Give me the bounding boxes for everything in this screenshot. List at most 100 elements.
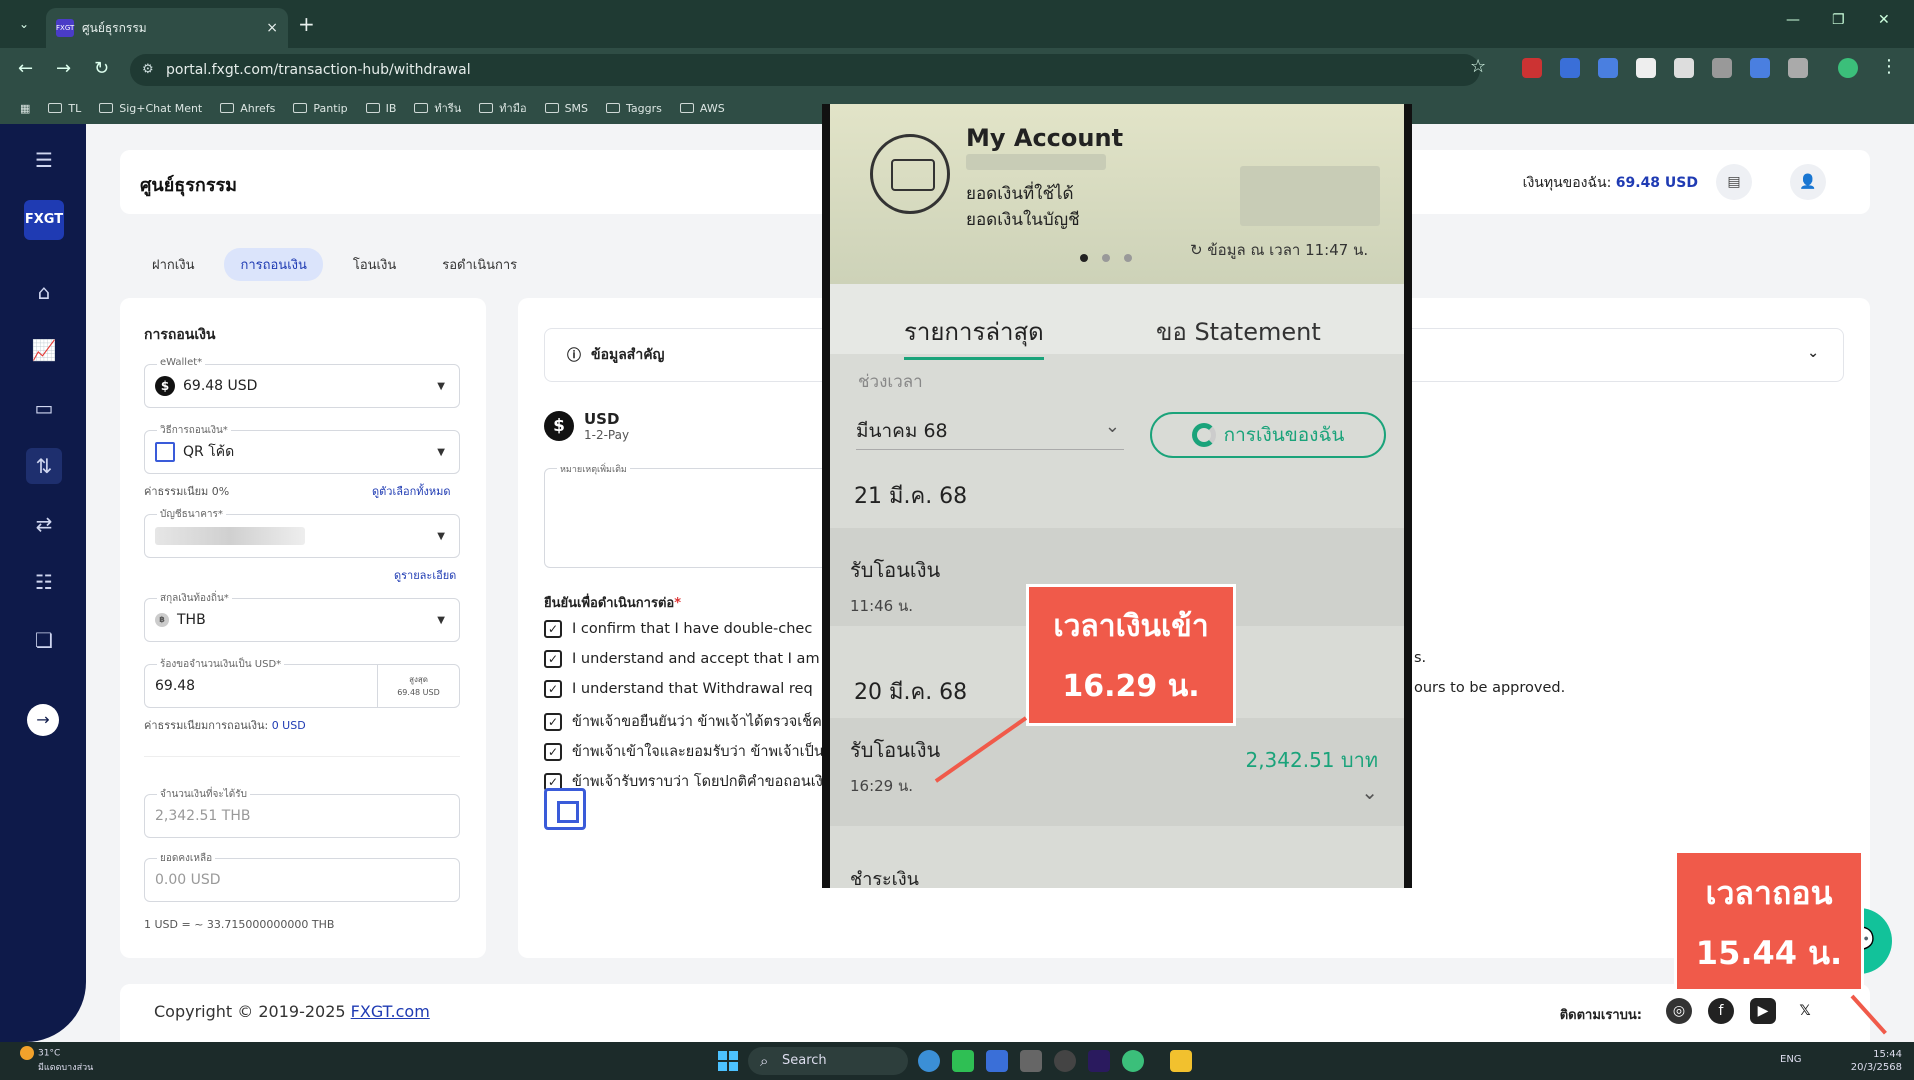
extension-icon[interactable] [1636, 58, 1656, 78]
extension-icon[interactable] [1674, 58, 1694, 78]
bookmark-item[interactable]: Ahrefs [220, 102, 275, 115]
bookmark-item[interactable]: Sig+Chat Ment [99, 102, 202, 115]
extension-icon[interactable] [1522, 58, 1542, 78]
receive-amount-field: จำนวนเงินที่จะได้รับ 2,342.51 THB [144, 787, 460, 838]
restore-icon[interactable]: ❐ [1832, 12, 1845, 28]
app-icon[interactable] [1054, 1050, 1076, 1072]
bookmark-item[interactable]: SMS [544, 102, 588, 115]
tab-title: ศูนย์ธุรกรรม [82, 20, 147, 35]
bookmark-item[interactable]: AWS [679, 102, 725, 115]
extension-icon[interactable] [1750, 58, 1770, 78]
bank-tabs: รายการล่าสุด ขอ Statement [830, 284, 1404, 360]
confirm-checkbox[interactable]: ✓ I understand and accept that I am [544, 650, 820, 668]
tab-statement[interactable]: ขอ Statement [1156, 312, 1321, 351]
confirm-checkbox[interactable]: ✓ ข้าพเจ้าขอยืนยันว่า ข้าพเจ้าได้ตรวจเช็ค… [544, 710, 832, 733]
tab-deposit[interactable]: ฝากเงิน [136, 248, 210, 281]
home-icon[interactable]: ⌂ [26, 274, 62, 310]
address-bar[interactable]: ⚙ portal.fxgt.com/transaction-hub/withdr… [130, 54, 1480, 86]
forward-icon[interactable]: → [56, 58, 71, 79]
extensions-puzzle-icon[interactable] [1788, 58, 1808, 78]
new-tab-icon[interactable]: + [298, 12, 315, 36]
browser-tab[interactable]: FXGT ศูนย์ธุรกรรม × [46, 8, 288, 48]
bookmark-item[interactable]: ทำรีน [414, 99, 461, 117]
bookmark-item[interactable]: ทำมือ [479, 99, 527, 117]
list-icon[interactable]: ☷ [26, 564, 62, 600]
dollar-icon: $ [155, 376, 175, 396]
collapse-sidebar-icon[interactable]: → [27, 704, 59, 736]
bookmark-item[interactable]: IB [365, 102, 396, 115]
user-avatar-icon[interactable]: 👤 [1790, 164, 1826, 200]
see-all-options-link[interactable]: ดูตัวเลือกทั้งหมด [372, 482, 451, 500]
edge-icon[interactable] [918, 1050, 940, 1072]
transaction-row[interactable]: รับโอนเงิน 16:29 น. 2,342.51 บาท ⌄ [830, 718, 1404, 826]
bookmark-item[interactable]: TL [48, 102, 81, 115]
menu-icon[interactable]: ⋮ [1880, 56, 1898, 77]
chrome-icon[interactable] [1122, 1050, 1144, 1072]
clock[interactable]: 15:44 20/3/2568 [1851, 1048, 1902, 1074]
extension-icon[interactable] [1712, 58, 1732, 78]
copyright: Copyright © 2019-2025 FXGT.com [154, 1002, 430, 1021]
confirm-checkbox[interactable]: ✓ ข้าพเจ้ารับทราบว่า โดยปกติคำขอถอนเงิน [544, 770, 833, 793]
devices-icon[interactable]: ❏ [26, 622, 62, 658]
transactions-icon[interactable]: ⇅ [26, 448, 62, 484]
line-icon[interactable] [952, 1050, 974, 1072]
windows-taskbar: 31°Cมีแดดบางส่วน Search ENG 15:44 20/3/2… [0, 1042, 1914, 1080]
calculator-icon[interactable] [1020, 1050, 1042, 1072]
reload-icon[interactable]: ↻ [94, 58, 109, 79]
check-text-tail: s. [1414, 650, 1427, 666]
form-title: การถอนเงิน [144, 327, 216, 343]
tab-search-icon[interactable]: ⌄ [12, 12, 36, 36]
premiere-icon[interactable] [1088, 1050, 1110, 1072]
transfer-icon[interactable]: ⇄ [26, 506, 62, 542]
fxgt-logo[interactable]: FXGT [24, 200, 64, 240]
bank-account-select[interactable]: บัญชีธนาคาร* ▼ [144, 507, 460, 558]
period-select[interactable]: มีนาคม 68 ⌄ [856, 416, 1124, 450]
facebook-icon[interactable]: f [1708, 998, 1734, 1024]
bookmark-star-icon[interactable]: ☆ [1470, 56, 1486, 77]
windows-start-icon[interactable] [718, 1051, 738, 1071]
tab-withdrawal[interactable]: การถอนเงิน [224, 248, 323, 281]
sidebar: ☰ FXGT ⌂ 📈 ▭ ⇅ ⇄ ☷ ❏ → [0, 124, 86, 1042]
amount-input[interactable]: ร้องขอจำนวนเงินเป็น USD* 69.48 สูงสุด 69.… [144, 657, 460, 708]
wallet-icon[interactable]: ▭ [26, 390, 62, 426]
tab-transfer[interactable]: โอนเงิน [337, 248, 412, 281]
account-card-icon [870, 134, 950, 214]
apps-grid-icon[interactable]: ▦ [20, 102, 30, 115]
youtube-icon[interactable]: ▶ [1750, 998, 1776, 1024]
instagram-icon[interactable]: ◎ [1666, 998, 1692, 1024]
back-icon[interactable]: ← [18, 58, 33, 79]
carousel-dots [1080, 254, 1132, 262]
hamburger-menu-icon[interactable]: ☰ [26, 142, 62, 178]
site-info-icon[interactable]: ⚙ [142, 54, 154, 86]
info-icon: ⓘ [567, 348, 581, 364]
taskbar-search[interactable]: Search [748, 1047, 908, 1075]
tab-close-icon[interactable]: × [266, 20, 278, 36]
profile-icon[interactable] [1838, 58, 1858, 78]
language-indicator[interactable]: ENG [1780, 1054, 1802, 1065]
confirm-checkbox[interactable]: ✓ I confirm that I have double-chec [544, 620, 812, 638]
bookmark-item[interactable]: Pantip [293, 102, 348, 115]
confirm-checkbox[interactable]: ✓ I understand that Withdrawal req [544, 680, 813, 698]
max-amount[interactable]: สูงสุด 69.48 USD [377, 665, 459, 707]
app-icon[interactable] [986, 1050, 1008, 1072]
wallet-card-icon[interactable]: ▤ [1716, 164, 1752, 200]
file-explorer-icon[interactable] [1170, 1050, 1192, 1072]
extension-icon[interactable] [1598, 58, 1618, 78]
ewallet-select[interactable]: eWallet* $ 69.48 USD ▼ [144, 357, 460, 408]
tab-recent[interactable]: รายการล่าสุด [904, 312, 1044, 360]
bookmark-item[interactable]: Taggrs [606, 102, 662, 115]
minimize-icon[interactable]: — [1786, 12, 1800, 28]
withdraw-method-select[interactable]: วิธีการถอนเงิน* QR โค้ด ▼ [144, 423, 460, 474]
details-link[interactable]: ดูรายละเอียด [394, 566, 456, 584]
confirm-checkbox[interactable]: ✓ ข้าพเจ้าเข้าใจและยอมรับว่า ข้าพเจ้าเป็น… [544, 740, 832, 763]
fxgt-link[interactable]: FXGT.com [351, 1002, 430, 1021]
chart-icon[interactable]: 📈 [26, 332, 62, 368]
close-window-icon[interactable]: ✕ [1878, 12, 1890, 28]
available-balance-label: ยอดเงินที่ใช้ได้ [966, 184, 1074, 204]
tab-pending[interactable]: รอดำเนินการ [426, 248, 533, 281]
my-finance-button[interactable]: การเงินของฉัน [1150, 412, 1386, 458]
weather-widget[interactable]: 31°C มีแดดบางส่วน [20, 1046, 93, 1075]
local-currency-select[interactable]: สกุลเงินท้องถิ่น* ฿ THB ▼ [144, 591, 460, 642]
extension-icon[interactable] [1560, 58, 1580, 78]
x-icon[interactable]: 𝕏 [1792, 998, 1818, 1024]
